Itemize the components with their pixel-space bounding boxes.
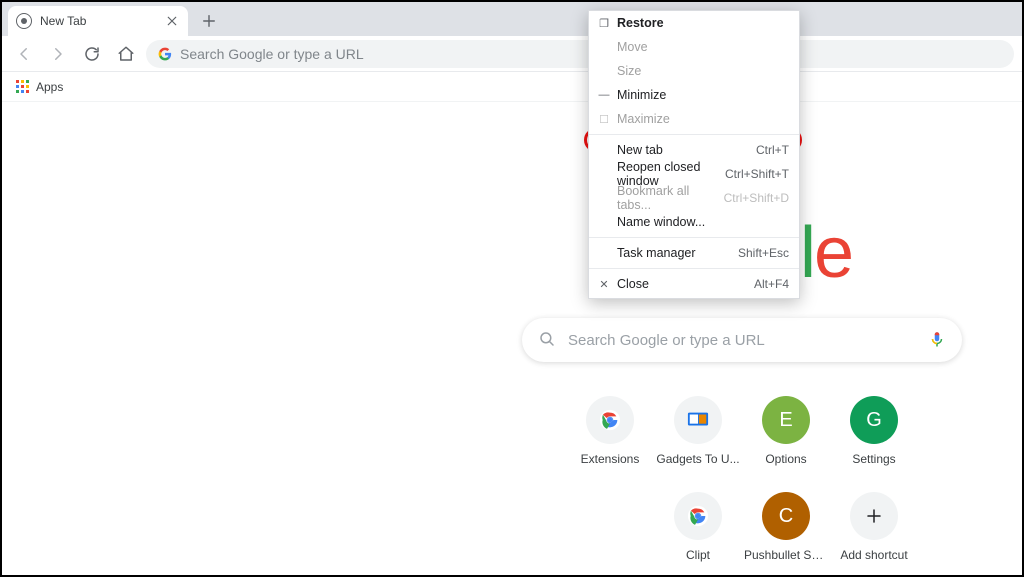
menu-label: Close: [613, 277, 754, 291]
shortcut-label: Options: [765, 452, 806, 466]
menu-label: Move: [613, 40, 789, 54]
menu-restore[interactable]: ❐ Restore: [589, 11, 799, 35]
menu-separator: [589, 237, 799, 238]
voice-search-icon[interactable]: [928, 328, 946, 353]
shortcut-gadgets[interactable]: Gadgets To U...: [654, 396, 742, 466]
letter-avatar-icon: E: [762, 396, 810, 444]
menu-reopen-closed-window[interactable]: Reopen closed window Ctrl+Shift+T: [589, 162, 799, 186]
menu-shortcut: Ctrl+Shift+T: [725, 167, 789, 181]
globe-icon: [16, 13, 32, 29]
omnibox-placeholder: Search Google or type a URL: [180, 46, 364, 62]
menu-separator: [589, 268, 799, 269]
menu-label: New tab: [613, 143, 756, 157]
restore-icon: ❐: [595, 17, 613, 30]
menu-label: Maximize: [613, 112, 789, 126]
tab-close-button[interactable]: [164, 13, 180, 29]
shortcut-label: Clipt: [686, 548, 710, 562]
menu-new-tab[interactable]: New tab Ctrl+T: [589, 138, 799, 162]
menu-name-window[interactable]: Name window...: [589, 210, 799, 234]
menu-label: Restore: [613, 16, 789, 30]
new-tab-button[interactable]: [196, 8, 222, 34]
reload-button[interactable]: [78, 40, 106, 68]
tab-title: New Tab: [40, 14, 156, 28]
apps-shortcut[interactable]: Apps: [10, 78, 69, 96]
forward-button[interactable]: [44, 40, 72, 68]
home-button[interactable]: [112, 40, 140, 68]
search-placeholder: Search Google or type a URL: [568, 332, 916, 349]
shortcut-clipt[interactable]: Clipt: [654, 492, 742, 562]
shortcut-add[interactable]: Add shortcut: [830, 492, 918, 562]
toolbar: Search Google or type a URL: [2, 36, 1022, 72]
tab-new-tab[interactable]: New Tab: [8, 6, 188, 36]
shortcut-label: Settings: [852, 452, 895, 466]
letter-avatar-icon: G: [850, 396, 898, 444]
maximize-icon: ☐: [595, 113, 613, 126]
menu-shortcut: Alt+F4: [754, 277, 789, 291]
shortcut-extensions[interactable]: Extensions: [566, 396, 654, 466]
menu-bookmark-all-tabs: Bookmark all tabs... Ctrl+Shift+D: [589, 186, 799, 210]
menu-separator: [589, 134, 799, 135]
bookmarks-bar: Apps: [2, 72, 1022, 102]
menu-maximize: ☐ Maximize: [589, 107, 799, 131]
menu-label: Minimize: [613, 88, 789, 102]
shortcut-label: Extensions: [581, 452, 640, 466]
chrome-icon: [674, 492, 722, 540]
shortcuts-grid: Extensions Gadgets To U... E Options G S…: [462, 396, 1022, 562]
search-icon: [538, 330, 556, 351]
tab-strip: New Tab: [2, 2, 1022, 36]
shortcut-label: Gadgets To U...: [656, 452, 739, 466]
menu-label: Bookmark all tabs...: [613, 184, 724, 212]
page-content: Google Search Google or type a URL: [2, 102, 1022, 575]
omnibox[interactable]: Search Google or type a URL: [146, 40, 1014, 68]
apps-label: Apps: [36, 80, 63, 94]
chrome-icon: [586, 396, 634, 444]
close-icon: ✕: [595, 278, 613, 291]
menu-label: Size: [613, 64, 789, 78]
menu-shortcut: Ctrl+T: [756, 143, 789, 157]
back-button[interactable]: [10, 40, 38, 68]
menu-shortcut: Ctrl+Shift+D: [724, 191, 789, 205]
menu-minimize[interactable]: — Minimize: [589, 83, 799, 107]
shortcut-options[interactable]: E Options: [742, 396, 830, 466]
menu-move: Move: [589, 35, 799, 59]
shortcut-settings[interactable]: G Settings: [830, 396, 918, 466]
menu-size: Size: [589, 59, 799, 83]
menu-task-manager[interactable]: Task manager Shift+Esc: [589, 241, 799, 265]
apps-grid-icon: [16, 80, 30, 94]
menu-shortcut: Shift+Esc: [738, 246, 789, 260]
menu-close[interactable]: ✕ Close Alt+F4: [589, 272, 799, 296]
ntp-search-box[interactable]: Search Google or type a URL: [522, 318, 962, 362]
plus-icon: [850, 492, 898, 540]
browser-window: New Tab: [0, 0, 1024, 577]
menu-label: Name window...: [613, 215, 789, 229]
shortcut-label: Pushbullet Se...: [744, 548, 828, 562]
menu-label: Task manager: [613, 246, 738, 260]
gadgets-icon: [674, 396, 722, 444]
google-g-icon: [158, 47, 172, 61]
minimize-icon: —: [595, 89, 613, 101]
letter-avatar-icon: C: [762, 492, 810, 540]
titlebar-context-menu: ❐ Restore Move Size — Minimize ☐ Maximiz…: [588, 10, 800, 299]
shortcut-pushbullet[interactable]: C Pushbullet Se...: [742, 492, 830, 562]
shortcut-label: Add shortcut: [840, 548, 907, 562]
